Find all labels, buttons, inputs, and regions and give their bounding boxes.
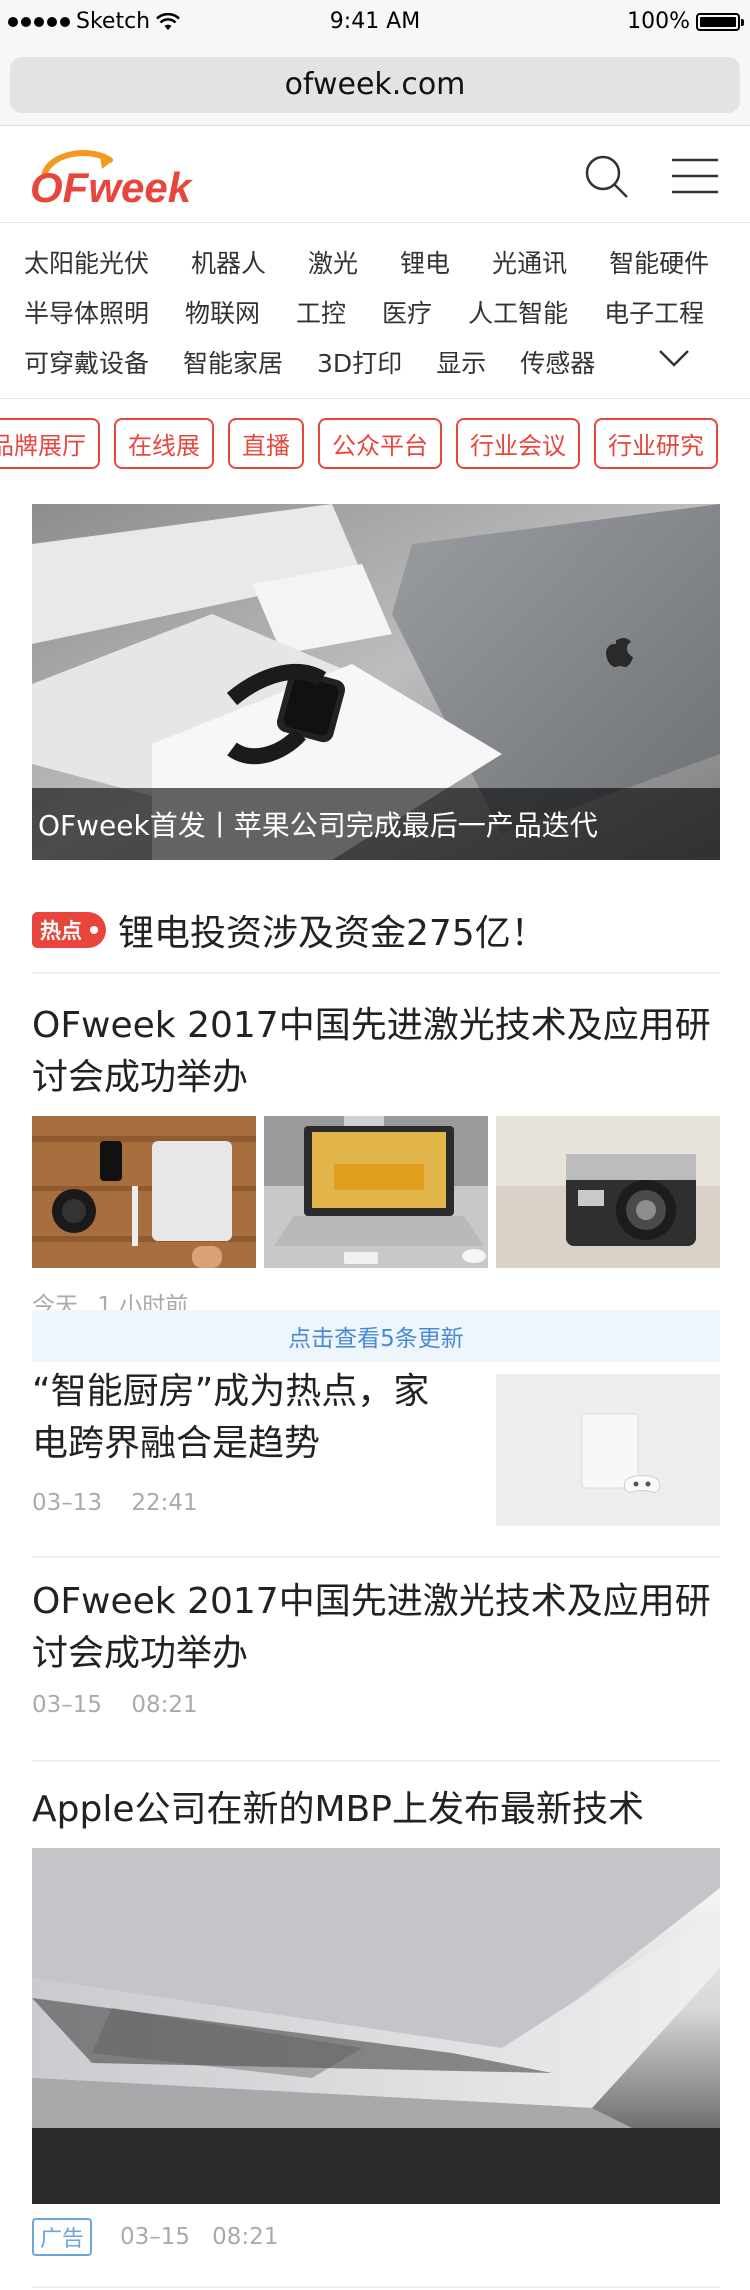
logo-text: OFweek — [30, 164, 194, 211]
site-header: OFweek — [0, 126, 750, 223]
category-item[interactable]: 智能硬件 — [609, 244, 709, 280]
status-bar: Sketch 9:41 AM 100% — [0, 0, 750, 44]
article-item[interactable]: OFweek 2017中国先进激光技术及应用研讨会成功举办 03–15 08:2… — [32, 1576, 720, 1718]
category-item[interactable]: 传感器 — [520, 344, 595, 380]
category-item[interactable]: 半导体照明 — [24, 294, 149, 330]
category-row-2: 半导体照明 物联网 工控 医疗 人工智能 电子工程 — [0, 287, 750, 337]
category-item[interactable]: 激光 — [308, 244, 358, 280]
article-date: 03–15 — [32, 1692, 103, 1718]
category-nav: 太阳能光伏 机器人 激光 锂电 光通讯 智能硬件 半导体照明 物联网 工控 医疗… — [0, 223, 750, 399]
battery-label: 100% — [627, 9, 690, 34]
category-item[interactable]: 人工智能 — [468, 294, 568, 330]
tag-industry-research[interactable]: 行业研究 — [594, 417, 718, 469]
divider — [32, 2286, 720, 2288]
article-time: 08:21 — [131, 1692, 198, 1718]
divider — [32, 1556, 720, 1558]
thumbnail-image — [496, 1116, 720, 1268]
category-item[interactable]: 医疗 — [382, 294, 432, 330]
tag-public-platform[interactable]: 公众平台 — [318, 417, 442, 469]
article-time: 22:41 — [131, 1490, 198, 1516]
hot-headline: 锂电投资涉及资金275亿！ — [118, 913, 547, 954]
article-meta: 03–15 08:21 — [32, 1692, 720, 1718]
ad-image — [32, 1848, 720, 2204]
battery-icon — [696, 12, 744, 31]
article-title: “智能厨房”成为热点，家电跨界融合是趋势 — [32, 1371, 430, 1464]
tag-online-expo[interactable]: 在线展 — [114, 417, 214, 469]
tag-live[interactable]: 直播 — [228, 417, 304, 469]
article-thumbnails — [32, 1116, 720, 1268]
hero-caption: OFweek首发丨苹果公司完成最后一产品迭代 — [32, 788, 720, 860]
tag-industry-meeting[interactable]: 行业会议 — [456, 417, 580, 469]
article-meta: 广告 03–15 08:21 — [32, 2218, 720, 2256]
menu-icon[interactable] — [670, 156, 720, 196]
hot-news[interactable]: 热点 锂电投资涉及资金275亿！ — [32, 888, 720, 974]
category-item[interactable]: 显示 — [436, 344, 486, 380]
hot-badge: 热点 — [32, 912, 106, 948]
hero-banner[interactable]: OFweek首发丨苹果公司完成最后一产品迭代 — [32, 504, 720, 860]
search-icon[interactable] — [583, 153, 629, 199]
thumbnail-image — [264, 1116, 488, 1268]
category-item[interactable]: 物联网 — [185, 294, 260, 330]
ad-article-item[interactable]: Apple公司在新的MBP上发布最新技术 广告 03–15 08:21 — [32, 1784, 720, 2256]
category-item[interactable]: 机器人 — [191, 244, 266, 280]
category-item[interactable]: 工控 — [296, 294, 346, 330]
article-item[interactable]: OFweek 2017中国先进激光技术及应用研讨会成功举办 今天 1 小时前 — [32, 1000, 720, 1320]
category-row-3: 可穿戴设备 智能家居 3D打印 显示 传感器 — [0, 337, 750, 387]
refresh-updates-bar[interactable]: 点击查看5条更新 — [32, 1310, 720, 1362]
category-item[interactable]: 光通讯 — [492, 244, 567, 280]
divider — [32, 1760, 720, 1762]
article-date: 03–15 — [120, 2224, 191, 2250]
category-item[interactable]: 太阳能光伏 — [24, 244, 149, 280]
ad-badge: 广告 — [32, 2218, 93, 2256]
category-item[interactable]: 电子工程 — [604, 294, 704, 330]
site-logo[interactable]: OFweek — [30, 140, 250, 212]
channel-tags: 品牌展厅 在线展 直播 公众平台 行业会议 行业研究 — [0, 399, 750, 487]
article-title: OFweek 2017中国先进激光技术及应用研讨会成功举办 — [32, 1581, 711, 1674]
category-item[interactable]: 锂电 — [400, 244, 450, 280]
article-title: Apple公司在新的MBP上发布最新技术 — [32, 1789, 644, 1830]
article-title: OFweek 2017中国先进激光技术及应用研讨会成功举办 — [32, 1005, 711, 1098]
url-field[interactable]: ofweek.com — [10, 56, 740, 113]
tag-brand-hall[interactable]: 品牌展厅 — [0, 417, 100, 469]
browser-address-bar: ofweek.com — [0, 44, 750, 126]
category-item[interactable]: 智能家居 — [183, 344, 283, 380]
article-item[interactable]: “智能厨房”成为热点，家电跨界融合是趋势 03–13 22:41 — [32, 1366, 720, 1526]
status-right: 100% — [627, 9, 744, 34]
category-row-1: 太阳能光伏 机器人 激光 锂电 光通讯 智能硬件 — [0, 237, 750, 287]
thumbnail-image — [496, 1374, 720, 1526]
article-date: 03–13 — [32, 1490, 103, 1516]
chevron-down-icon[interactable] — [658, 341, 690, 373]
category-item[interactable]: 可穿戴设备 — [24, 344, 149, 380]
article-time: 08:21 — [212, 2224, 279, 2250]
thumbnail-image — [32, 1116, 256, 1268]
category-item[interactable]: 3D打印 — [317, 344, 402, 380]
